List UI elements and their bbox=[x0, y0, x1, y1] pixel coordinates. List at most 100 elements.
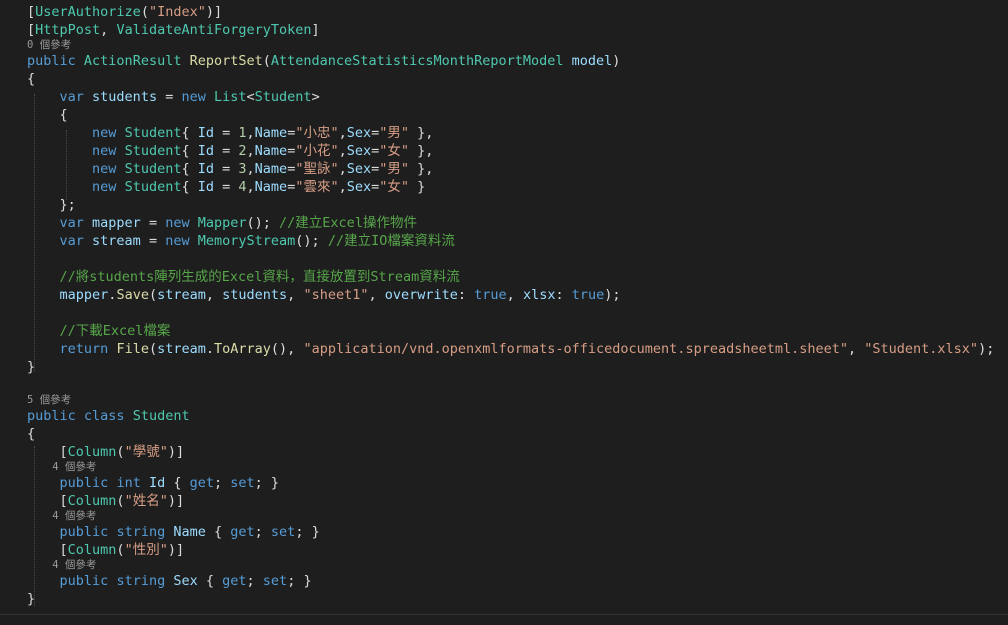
code-token-plain: }, bbox=[409, 125, 434, 141]
code-line: var students = new List<Student> bbox=[27, 88, 320, 106]
code-token-variable: stream bbox=[157, 287, 206, 303]
code-token-variable: xlsx bbox=[522, 287, 556, 303]
code-token-variable: Name bbox=[254, 179, 288, 195]
code-token-keyword: true bbox=[571, 287, 605, 303]
code-token-type: MemoryStream bbox=[197, 233, 296, 249]
code-token-plain: , bbox=[287, 287, 304, 303]
code-token-variable: Sex bbox=[346, 125, 372, 141]
code-token-plain: = bbox=[140, 215, 166, 231]
horizontal-scrollbar[interactable] bbox=[0, 614, 1008, 625]
code-token-variable: Name bbox=[254, 143, 288, 159]
code-token-plain: = bbox=[157, 89, 182, 105]
code-token-plain: { bbox=[165, 475, 190, 491]
indent-guide bbox=[34, 446, 35, 606]
code-token-type: HttpPost bbox=[35, 22, 101, 38]
code-token-type: Student bbox=[132, 408, 190, 424]
code-token-plain: = bbox=[214, 161, 239, 177]
code-token-plain: ( bbox=[262, 53, 271, 69]
code-token-keyword: true bbox=[474, 287, 507, 303]
code-token-string: "女" bbox=[379, 143, 410, 159]
code-token-plain: ) bbox=[612, 53, 621, 69]
code-token-string: "女" bbox=[379, 179, 410, 195]
code-token-plain: { bbox=[181, 179, 198, 195]
code-line: new Student{ Id = 1,Name="小忠",Sex="男" }, bbox=[27, 124, 433, 142]
code-token-plain: ( bbox=[116, 444, 125, 460]
code-token-plain: : bbox=[457, 287, 475, 303]
code-token-variable: Sex bbox=[173, 573, 198, 589]
code-token-plain: , bbox=[338, 179, 347, 195]
code-token-variable: Id bbox=[197, 143, 214, 159]
code-token-keyword: public bbox=[27, 53, 76, 69]
code-line: new Student{ Id = 3,Name="聖詠",Sex="男" }, bbox=[27, 160, 433, 178]
code-editor[interactable]: [UserAuthorize("Index")] [HttpPost, Valid… bbox=[0, 0, 1008, 625]
code-line: var mapper = new Mapper(); //建立Excel操作物件 bbox=[27, 214, 417, 232]
code-token-variable: stream bbox=[157, 341, 206, 357]
code-token-plain: ; bbox=[246, 573, 263, 589]
code-token-plain: < bbox=[246, 89, 255, 105]
code-token-plain: { bbox=[205, 524, 231, 540]
code-token-plain: { bbox=[181, 143, 198, 159]
code-token-keyword: new bbox=[92, 125, 117, 141]
codelens-references[interactable]: 5 個參考 bbox=[27, 394, 71, 407]
code-line: [Column("學號")] bbox=[27, 443, 185, 461]
code-token-plain: )] bbox=[167, 493, 185, 509]
code-line: [Column("性別")] bbox=[27, 541, 185, 559]
code-line: { bbox=[27, 425, 35, 443]
code-token-plain: , bbox=[368, 287, 385, 303]
code-token-plain: ( bbox=[116, 493, 125, 509]
code-token-string: "聖詠" bbox=[295, 161, 339, 177]
code-token-keyword: set bbox=[262, 573, 288, 589]
code-token-keyword: new bbox=[92, 161, 117, 177]
code-token-plain: : bbox=[555, 287, 572, 303]
code-token-method: ReportSet bbox=[189, 53, 263, 69]
code-token-keyword: set bbox=[230, 475, 255, 491]
code-line: new Student{ Id = 4,Name="雲來",Sex="女" } bbox=[27, 178, 425, 196]
code-token-plain: = bbox=[214, 179, 239, 195]
code-line: public string Name { get; set; } bbox=[27, 523, 320, 541]
code-token-string: "姓名" bbox=[124, 493, 168, 509]
code-token-plain: { bbox=[197, 573, 223, 589]
code-token-keyword: new bbox=[181, 89, 206, 105]
code-token-string: "Index" bbox=[148, 4, 206, 20]
code-token-plain: ( bbox=[148, 287, 158, 303]
code-token-keyword: string bbox=[116, 573, 166, 589]
codelens-references[interactable]: 0 個參考 bbox=[27, 39, 71, 52]
code-token-variable: students bbox=[222, 287, 288, 303]
code-token-plain: , bbox=[338, 161, 347, 177]
code-token-variable: overwrite bbox=[384, 287, 458, 303]
code-token-type: Student bbox=[124, 161, 182, 177]
code-token-variable: Name bbox=[254, 125, 288, 141]
code-token-keyword: get bbox=[189, 475, 215, 491]
code-token-keyword: new bbox=[165, 215, 190, 231]
code-token-number: 3 bbox=[238, 161, 247, 177]
code-token-plain: [ bbox=[27, 22, 36, 38]
code-token-keyword: get bbox=[230, 524, 255, 540]
codelens-references[interactable]: 4 個參考 bbox=[27, 510, 96, 523]
code-token-plain: )] bbox=[167, 542, 185, 558]
code-token-plain: ; } bbox=[295, 524, 320, 540]
code-token-plain: ); bbox=[604, 287, 621, 303]
code-token-type: Column bbox=[67, 444, 117, 460]
codelens-references[interactable]: 4 個參考 bbox=[27, 461, 96, 474]
code-line: [Column("姓名")] bbox=[27, 492, 185, 510]
codelens-references[interactable]: 4 個參考 bbox=[27, 559, 96, 572]
code-token-comment: //建立IO檔案資料流 bbox=[327, 233, 455, 249]
code-token-comment: //建立Excel操作物件 bbox=[279, 215, 417, 231]
code-token-plain: (); bbox=[246, 215, 280, 231]
code-token-plain: } bbox=[409, 179, 426, 195]
code-line: new Student{ Id = 2,Name="小花",Sex="女" }, bbox=[27, 142, 433, 160]
